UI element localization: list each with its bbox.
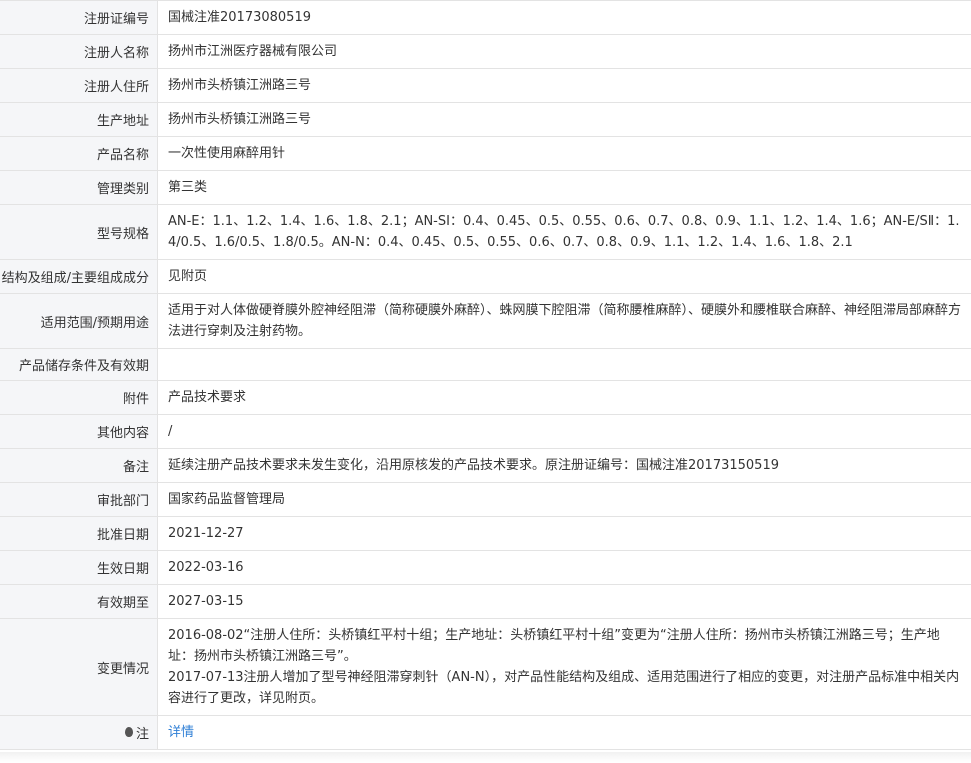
- label-effective-date: 生效日期: [0, 551, 158, 584]
- value-management-category: 第三类: [168, 180, 208, 195]
- details-link[interactable]: 详情: [168, 722, 194, 743]
- row-structure-composition: 结构及组成/主要组成成分 见附页: [0, 260, 971, 294]
- row-other-content: 其他内容 /: [0, 415, 971, 449]
- value-product-name: 一次性使用麻醉用针: [168, 146, 286, 161]
- registration-info-table: 注册证编号 国械注准20173080519 注册人名称 扬州市江洲医疗器械有限公…: [0, 0, 971, 750]
- bottom-shadow: [0, 752, 971, 762]
- value-other-content: /: [168, 424, 173, 439]
- label-approval-date: 批准日期: [0, 517, 158, 550]
- label-changes: 变更情况: [0, 619, 158, 715]
- value-model-specification: AN-E：1.1、1.2、1.4、1.6、1.8、2.1；AN-SⅠ：0.4、0…: [168, 214, 960, 250]
- label-model-specification: 型号规格: [0, 205, 158, 259]
- row-registrant-address: 注册人住所 扬州市头桥镇江洲路三号: [0, 69, 971, 103]
- value-approval-department: 国家药品监督管理局: [168, 492, 286, 507]
- label-note: 注: [0, 716, 158, 749]
- value-valid-until: 2027-03-15: [168, 594, 244, 609]
- row-intended-use: 适用范围/预期用途 适用于对人体做硬脊膜外腔神经阻滞（简称硬膜外麻醉）、蛛网膜下…: [0, 294, 971, 349]
- row-changes: 变更情况 2016-08-02“注册人住所：头桥镇红平村十组；生产地址：头桥镇红…: [0, 619, 971, 716]
- value-structure-composition: 见附页: [168, 269, 208, 284]
- value-registrant-address: 扬州市头桥镇江洲路三号: [168, 78, 312, 93]
- value-intended-use: 适用于对人体做硬脊膜外腔神经阻滞（简称硬膜外麻醉）、蛛网膜下腔阻滞（简称腰椎麻醉…: [168, 303, 962, 339]
- value-production-address: 扬州市头桥镇江洲路三号: [168, 112, 312, 127]
- label-registration-number: 注册证编号: [0, 1, 158, 34]
- label-remarks: 备注: [0, 449, 158, 482]
- label-valid-until: 有效期至: [0, 585, 158, 618]
- label-registrant-address: 注册人住所: [0, 69, 158, 102]
- label-approval-department: 审批部门: [0, 483, 158, 516]
- value-note: 详情: [158, 716, 971, 749]
- label-registrant-name: 注册人名称: [0, 35, 158, 68]
- row-remarks: 备注 延续注册产品技术要求未发生变化，沿用原核发的产品技术要求。原注册证编号：国…: [0, 449, 971, 483]
- row-attachments: 附件 产品技术要求: [0, 381, 971, 415]
- label-other-content: 其他内容: [0, 415, 158, 448]
- value-storage-conditions: [158, 349, 971, 380]
- value-approval-date: 2021-12-27: [168, 526, 244, 541]
- row-registration-number: 注册证编号 国械注准20173080519: [0, 1, 971, 35]
- row-product-name: 产品名称 一次性使用麻醉用针: [0, 137, 971, 171]
- value-remarks: 延续注册产品技术要求未发生变化，沿用原核发的产品技术要求。原注册证编号：国械注准…: [168, 458, 779, 473]
- row-registrant-name: 注册人名称 扬州市江洲医疗器械有限公司: [0, 35, 971, 69]
- label-production-address: 生产地址: [0, 103, 158, 136]
- label-product-name: 产品名称: [0, 137, 158, 170]
- value-registrant-name: 扬州市江洲医疗器械有限公司: [168, 44, 338, 59]
- note-label: 注: [135, 727, 149, 742]
- row-management-category: 管理类别 第三类: [0, 171, 971, 205]
- value-changes: 2016-08-02“注册人住所：头桥镇红平村十组；生产地址：头桥镇红平村十组”…: [158, 619, 971, 715]
- value-effective-date: 2022-03-16: [168, 560, 244, 575]
- label-structure-composition: 结构及组成/主要组成成分: [0, 260, 158, 293]
- row-model-specification: 型号规格 AN-E：1.1、1.2、1.4、1.6、1.8、2.1；AN-SⅠ：…: [0, 205, 971, 260]
- label-attachments: 附件: [0, 381, 158, 414]
- row-valid-until: 有效期至 2027-03-15: [0, 585, 971, 619]
- label-intended-use: 适用范围/预期用途: [0, 294, 158, 348]
- label-management-category: 管理类别: [0, 171, 158, 204]
- row-effective-date: 生效日期 2022-03-16: [0, 551, 971, 585]
- row-storage-conditions: 产品储存条件及有效期: [0, 349, 971, 381]
- value-attachments: 产品技术要求: [168, 390, 247, 405]
- row-approval-department: 审批部门 国家药品监督管理局: [0, 483, 971, 517]
- row-note: 注 详情: [0, 716, 971, 750]
- change-entry: 2017-07-13注册人增加了型号神经阻滞穿刺针（AN-N），对产品性能结构及…: [168, 670, 960, 706]
- label-storage-conditions: 产品储存条件及有效期: [0, 349, 158, 380]
- pin-icon: [124, 726, 133, 737]
- row-production-address: 生产地址 扬州市头桥镇江洲路三号: [0, 103, 971, 137]
- row-approval-date: 批准日期 2021-12-27: [0, 517, 971, 551]
- value-registration-number: 国械注准20173080519: [168, 10, 311, 25]
- change-entry: 2016-08-02“注册人住所：头桥镇红平村十组；生产地址：头桥镇红平村十组”…: [168, 628, 940, 664]
